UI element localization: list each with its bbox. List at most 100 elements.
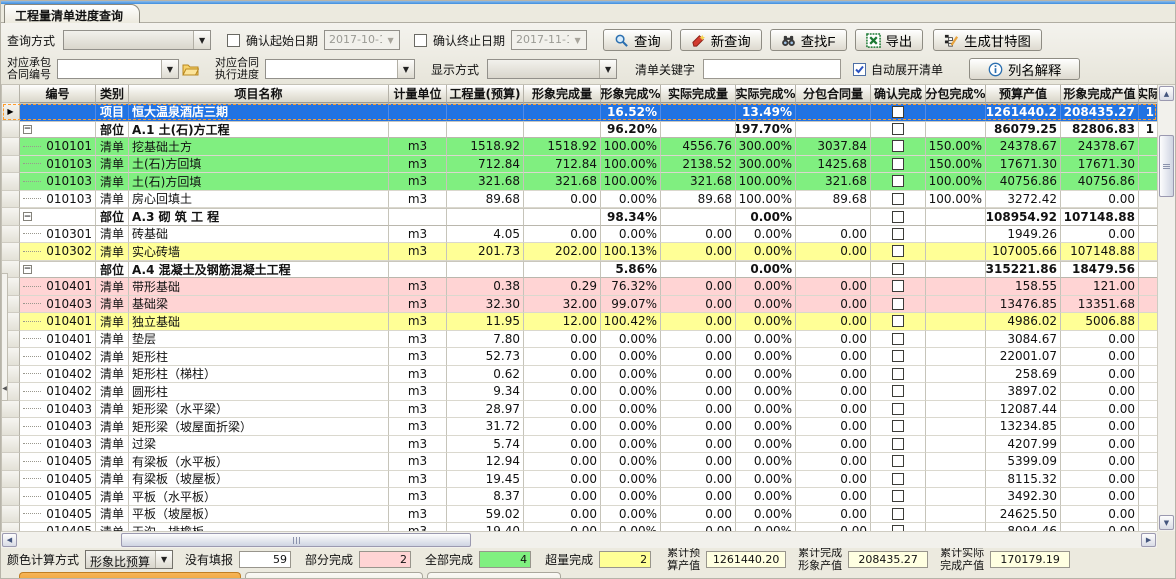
chevron-down-icon[interactable]: ▼ [161,60,178,78]
column-header-10[interactable]: 分包合同量 [796,85,871,103]
tab-progress-query[interactable]: 工程量清单进度查询 [4,4,140,23]
column-header-15[interactable]: 实际 [1139,85,1157,103]
table-row[interactable]: 010403清单基础梁m332.3032.0099.07%0.000.00%0.… [2,296,1157,314]
table-row[interactable]: −部位A.3 砌 筑 工 程98.34%0.00%108954.92107148… [2,208,1157,226]
keyword-input[interactable] [703,59,841,79]
collapse-icon[interactable]: − [23,212,32,221]
chevron-down-icon[interactable]: ▼ [397,60,414,78]
table-row[interactable]: 010401清单垫层m37.800.000.00%0.000.00%0.0030… [2,331,1157,349]
confirm-checkbox[interactable] [892,420,904,432]
column-header-1[interactable]: 编号 [20,85,96,103]
bottom-tab[interactable] [427,572,561,579]
confirm-checkbox[interactable] [892,123,904,135]
table-row[interactable]: 010405清单平板（坡屋板）m359.020.000.00%0.000.00%… [2,506,1157,524]
column-header-2[interactable]: 类别 [96,85,129,103]
table-row[interactable]: 010402清单圆形柱m39.340.000.00%0.000.00%0.003… [2,383,1157,401]
table-row[interactable]: ▶项目恒大温泉酒店三期16.52%13.49%1261440.2208435.2… [2,103,1157,121]
scroll-down-arrow[interactable]: ▼ [1159,515,1174,530]
bottom-tab-active[interactable] [19,572,241,579]
table-row[interactable]: −部位A.4 混凝土及钢筋混凝土工程5.86%0.00%315221.86184… [2,261,1157,279]
scroll-up-arrow[interactable]: ▲ [1159,86,1174,101]
new-query-button[interactable]: 新查询 [680,29,762,51]
column-header-0[interactable] [2,85,20,103]
confirm-checkbox[interactable] [892,263,904,275]
confirm-checkbox[interactable] [892,403,904,415]
table-row[interactable]: 010405清单天沟、排檐板m319.400.000.00%0.000.00%0… [2,523,1157,531]
confirm-checkbox[interactable] [892,438,904,450]
scroll-left-arrow[interactable]: ◀ [2,533,17,547]
chevron-down-icon[interactable]: ▼ [569,31,586,49]
start-date-checkbox[interactable] [227,34,240,47]
open-folder-button[interactable] [179,59,201,79]
column-header-4[interactable]: 计量单位 [389,85,447,103]
vertical-scroll-thumb[interactable] [1159,135,1174,197]
table-row[interactable]: 010401清单带形基础m30.380.2976.32%0.000.00%0.0… [2,278,1157,296]
end-date-picker[interactable]: 2017-11-17 ▼ [511,30,587,50]
column-header-8[interactable]: 实际完成量 [661,85,736,103]
column-header-5[interactable]: 工程量(预算) [447,85,524,103]
query-button[interactable]: 查询 [603,29,672,51]
column-help-button[interactable]: 列名解释 [969,58,1080,80]
scroll-right-arrow[interactable]: ▶ [1141,533,1156,547]
table-row[interactable]: 010403清单过梁m35.740.000.00%0.000.00%0.0042… [2,436,1157,454]
confirm-checkbox[interactable] [892,350,904,362]
confirm-checkbox[interactable] [892,315,904,327]
column-header-6[interactable]: 形象完成量 [524,85,601,103]
confirm-checkbox[interactable] [892,245,904,257]
column-header-3[interactable]: 项目名称 [129,85,389,103]
query-mode-select[interactable]: ▼ [63,30,211,50]
chevron-down-icon[interactable]: ▼ [382,31,399,49]
confirm-checkbox[interactable] [892,385,904,397]
table-row[interactable]: 010405清单有梁板（水平板）m312.940.000.00%0.000.00… [2,453,1157,471]
horizontal-scroll-thumb[interactable] [121,533,471,547]
table-row[interactable]: 010401清单独立基础m311.9512.00100.42%0.000.00%… [2,313,1157,331]
column-header-9[interactable]: 实际完成% [736,85,796,103]
confirm-checkbox[interactable] [892,298,904,310]
table-row[interactable]: 010302清单实心砖墙m3201.73202.00100.13%0.000.0… [2,243,1157,261]
table-row[interactable]: 010103清单房心回填土m389.680.000.00%89.68100.00… [2,191,1157,209]
confirm-checkbox[interactable] [892,455,904,467]
contract-no-select[interactable]: ▼ [57,59,179,79]
table-row[interactable]: 010103清单土(石)方回填m3712.84712.84100.00%2138… [2,156,1157,174]
contract-progress-select[interactable]: ▼ [265,59,415,79]
display-mode-select[interactable]: ▼ [487,59,617,79]
start-date-picker[interactable]: 2017-10-18 ▼ [324,30,400,50]
collapse-icon[interactable]: − [23,265,32,274]
left-splitter[interactable]: ◀ [1,273,8,401]
auto-expand-checkbox[interactable] [853,63,866,76]
confirm-checkbox[interactable] [892,333,904,345]
confirm-checkbox[interactable] [892,490,904,502]
table-row[interactable]: 010301清单砖基础m34.050.000.00%0.000.00%0.001… [2,226,1157,244]
confirm-checkbox[interactable] [892,211,904,223]
table-row[interactable]: 010402清单矩形柱m352.730.000.00%0.000.00%0.00… [2,348,1157,366]
confirm-checkbox[interactable] [892,368,904,380]
table-row[interactable]: 010405清单平板（水平板）m38.370.000.00%0.000.00%0… [2,488,1157,506]
confirm-checkbox[interactable] [892,158,904,170]
table-row[interactable]: 010403清单矩形梁（坡屋面折梁）m331.720.000.00%0.000.… [2,418,1157,436]
collapse-icon[interactable]: − [23,125,32,134]
column-header-13[interactable]: 预算产值 [986,85,1061,103]
color-mode-select[interactable]: 形象比预算 ▼ [85,550,173,569]
confirm-checkbox[interactable] [892,508,904,520]
table-row[interactable]: 010402清单矩形柱（梯柱）m30.620.000.00%0.000.00%0… [2,366,1157,384]
end-date-checkbox[interactable] [414,34,427,47]
column-header-7[interactable]: 形象完成% [601,85,661,103]
confirm-checkbox[interactable] [892,280,904,292]
horizontal-scrollbar[interactable]: ◀ ▶ [1,531,1157,548]
vertical-scrollbar[interactable]: ▲ ▼ [1157,85,1175,531]
bottom-tab[interactable] [245,572,423,579]
confirm-checkbox[interactable] [892,106,904,118]
chevron-down-icon[interactable]: ▼ [599,60,616,78]
find-button[interactable]: 查找F [770,29,847,51]
chevron-down-icon[interactable]: ▼ [193,31,210,49]
generate-gantt-button[interactable]: 生成甘特图 [933,29,1042,51]
table-row[interactable]: −部位A.1 土(石)方工程96.20%197.70%86079.2582806… [2,121,1157,139]
column-header-14[interactable]: 形象完成产值 [1061,85,1139,103]
confirm-checkbox[interactable] [892,228,904,240]
table-row[interactable]: 010101清单挖基础土方m31518.921518.92100.00%4556… [2,138,1157,156]
confirm-checkbox[interactable] [892,140,904,152]
export-button[interactable]: 导出 [855,29,924,51]
confirm-checkbox[interactable] [892,175,904,187]
confirm-checkbox[interactable] [892,193,904,205]
table-row[interactable]: 010405清单有梁板（坡屋板）m319.450.000.00%0.000.00… [2,471,1157,489]
